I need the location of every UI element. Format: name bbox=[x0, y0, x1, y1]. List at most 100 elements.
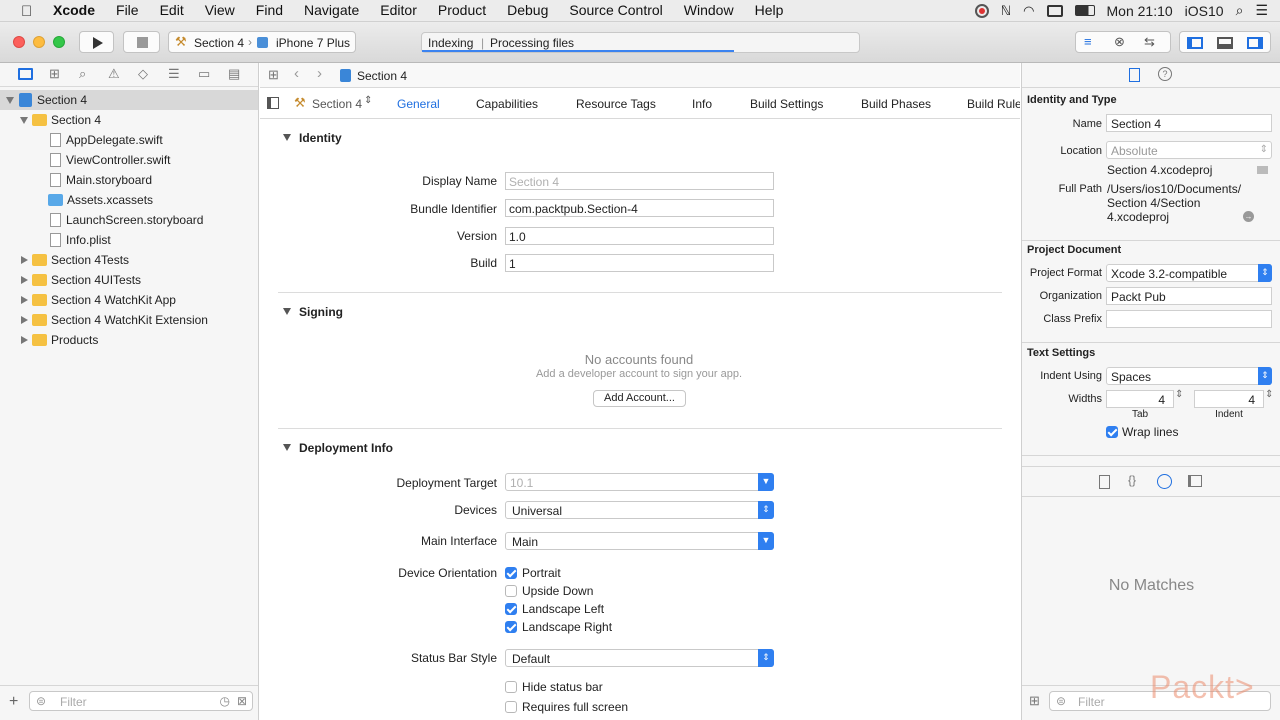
debug-area-toggle-icon[interactable] bbox=[1217, 37, 1233, 49]
landscape-left-label[interactable]: Landscape Left bbox=[522, 602, 604, 616]
folder-icon[interactable] bbox=[1257, 166, 1268, 174]
wifi-icon[interactable]: ◠ bbox=[1023, 3, 1034, 19]
clock[interactable]: Mon 21:10 bbox=[1107, 3, 1173, 19]
close-window-button[interactable] bbox=[13, 36, 25, 48]
tree-row-group[interactable]: Section 4UITests bbox=[32, 270, 141, 290]
tree-row-group[interactable]: Section 4 bbox=[32, 110, 101, 130]
forward-arrow-icon[interactable]: › bbox=[317, 65, 322, 82]
find-navigator-icon[interactable]: ⌕ bbox=[79, 66, 86, 82]
wrap-lines-checkbox[interactable] bbox=[1106, 426, 1118, 438]
tree-row-group[interactable]: Products bbox=[32, 330, 98, 350]
view-toggle-segment[interactable] bbox=[1179, 31, 1271, 53]
menu-xcode[interactable]: Xcode bbox=[53, 2, 95, 18]
tree-row-group[interactable]: Section 4 WatchKit Extension bbox=[32, 310, 208, 330]
airplay-icon[interactable] bbox=[1046, 4, 1063, 17]
minimize-window-button[interactable] bbox=[33, 36, 45, 48]
menu-edit[interactable]: Edit bbox=[160, 2, 184, 18]
version-field[interactable]: 1.0 bbox=[505, 227, 774, 245]
add-file-icon[interactable]: + bbox=[9, 693, 18, 711]
hide-status-bar-label[interactable]: Hide status bar bbox=[522, 680, 603, 694]
project-navigator-icon[interactable] bbox=[18, 68, 33, 80]
spotlight-search-icon[interactable]: ⌕ bbox=[1236, 2, 1244, 19]
version-editor-icon[interactable]: ⇆ bbox=[1144, 34, 1155, 50]
status-bar-style-popup[interactable]: Default ⇕ bbox=[505, 649, 774, 667]
menu-window[interactable]: Window bbox=[684, 2, 734, 18]
collapse-triangle-icon[interactable] bbox=[283, 308, 291, 315]
tab-capabilities[interactable]: Capabilities bbox=[476, 97, 538, 111]
upside-down-checkbox[interactable] bbox=[505, 585, 517, 597]
class-prefix-field[interactable] bbox=[1106, 310, 1272, 328]
menu-source-control[interactable]: Source Control bbox=[569, 2, 662, 18]
apple-icon[interactable]:  bbox=[21, 3, 32, 20]
standard-editor-icon[interactable]: ≡ bbox=[1084, 34, 1092, 49]
user-name[interactable]: iOS10 bbox=[1185, 3, 1224, 19]
disclosure-triangle-icon[interactable] bbox=[21, 336, 28, 344]
chevron-updown-icon[interactable]: ⇕ bbox=[758, 649, 774, 667]
project-outline-toggle-icon[interactable] bbox=[267, 97, 279, 109]
chevron-down-icon[interactable]: ▼ bbox=[758, 473, 774, 491]
file-inspector-icon[interactable] bbox=[1129, 68, 1140, 82]
assistant-editor-icon[interactable]: ⊗ bbox=[1114, 34, 1125, 50]
menu-view[interactable]: View bbox=[205, 2, 235, 18]
display-name-field[interactable]: Section 4 bbox=[505, 172, 774, 190]
disclosure-triangle-icon[interactable] bbox=[21, 256, 28, 264]
devices-popup[interactable]: Universal ⇕ bbox=[505, 501, 774, 519]
test-navigator-icon[interactable]: ◇ bbox=[138, 66, 148, 82]
reveal-in-finder-icon[interactable]: → bbox=[1243, 211, 1254, 222]
object-library-icon[interactable] bbox=[1157, 474, 1172, 489]
tree-row-file[interactable]: Info.plist bbox=[50, 230, 111, 250]
tab-general[interactable]: General bbox=[397, 97, 440, 111]
indent-using-popup[interactable]: Spaces ⇕ bbox=[1106, 367, 1272, 385]
stop-button[interactable] bbox=[123, 31, 160, 53]
tab-width-stepper[interactable]: ⇕ bbox=[1175, 389, 1183, 400]
tab-width-field[interactable]: 4 bbox=[1106, 390, 1174, 408]
tree-row-file[interactable]: ViewController.swift bbox=[50, 150, 170, 170]
issue-navigator-icon[interactable]: ⚠ bbox=[108, 66, 120, 82]
tree-row-file[interactable]: Assets.xcassets bbox=[48, 190, 153, 210]
report-navigator-icon[interactable]: ▤ bbox=[228, 66, 240, 82]
scm-filter-icon[interactable]: ⊠ bbox=[237, 694, 247, 708]
location-popup[interactable]: Absolute ⇕ bbox=[1106, 141, 1272, 159]
deployment-info-heading[interactable]: Deployment Info bbox=[299, 441, 393, 455]
run-button[interactable] bbox=[79, 31, 114, 53]
collapse-triangle-icon[interactable] bbox=[283, 134, 291, 141]
name-field[interactable]: Section 4 bbox=[1106, 114, 1272, 132]
organization-field[interactable]: Packt Pub bbox=[1106, 287, 1272, 305]
build-field[interactable]: 1 bbox=[505, 254, 774, 272]
tab-build-rules[interactable]: Build Rule bbox=[967, 97, 1020, 111]
disclosure-triangle-icon[interactable] bbox=[21, 296, 28, 304]
quick-help-icon[interactable]: ? bbox=[1158, 67, 1172, 81]
back-arrow-icon[interactable]: ‹ bbox=[294, 65, 299, 82]
landscape-right-checkbox[interactable] bbox=[505, 621, 517, 633]
menu-navigate[interactable]: Navigate bbox=[304, 2, 359, 18]
tree-row-group[interactable]: Section 4 WatchKit App bbox=[32, 290, 176, 310]
portrait-checkbox[interactable] bbox=[505, 567, 517, 579]
notification-center-icon[interactable]: ☰ bbox=[1255, 2, 1268, 19]
disclosure-triangle-icon[interactable] bbox=[6, 97, 14, 104]
zoom-window-button[interactable] bbox=[53, 36, 65, 48]
grid-view-icon[interactable]: ⊞ bbox=[1029, 693, 1040, 709]
add-account-button[interactable]: Add Account... bbox=[593, 390, 686, 407]
tree-row-project[interactable]: Section 4 bbox=[19, 90, 87, 110]
scheme-selector[interactable]: ⚒ Section 4 › iPhone 7 Plus bbox=[168, 31, 356, 53]
disclosure-triangle-icon[interactable] bbox=[20, 117, 28, 124]
media-library-icon[interactable] bbox=[1188, 475, 1202, 487]
code-snippet-library-icon[interactable]: {} bbox=[1128, 473, 1136, 487]
battery-icon[interactable] bbox=[1074, 5, 1095, 16]
upside-down-label[interactable]: Upside Down bbox=[522, 584, 593, 598]
jump-bar-title[interactable]: Section 4 bbox=[357, 69, 407, 83]
fn-icon[interactable]: ℕ bbox=[1001, 3, 1011, 19]
tree-row-file[interactable]: LaunchScreen.storyboard bbox=[50, 210, 203, 230]
tab-resource-tags[interactable]: Resource Tags bbox=[576, 97, 656, 111]
identity-heading[interactable]: Identity bbox=[299, 131, 342, 145]
bundle-identifier-field[interactable]: com.packtpub.Section-4 bbox=[505, 199, 774, 217]
target-selector[interactable]: Section 4 bbox=[312, 97, 362, 111]
disclosure-triangle-icon[interactable] bbox=[21, 316, 28, 324]
source-control-navigator-icon[interactable]: ⊞ bbox=[49, 66, 60, 82]
menu-find[interactable]: Find bbox=[256, 2, 283, 18]
menu-file[interactable]: File bbox=[116, 2, 139, 18]
tab-info[interactable]: Info bbox=[692, 97, 712, 111]
chevron-updown-icon[interactable]: ⇕ bbox=[364, 95, 372, 106]
portrait-label[interactable]: Portrait bbox=[522, 566, 561, 580]
tab-build-settings[interactable]: Build Settings bbox=[750, 97, 823, 111]
